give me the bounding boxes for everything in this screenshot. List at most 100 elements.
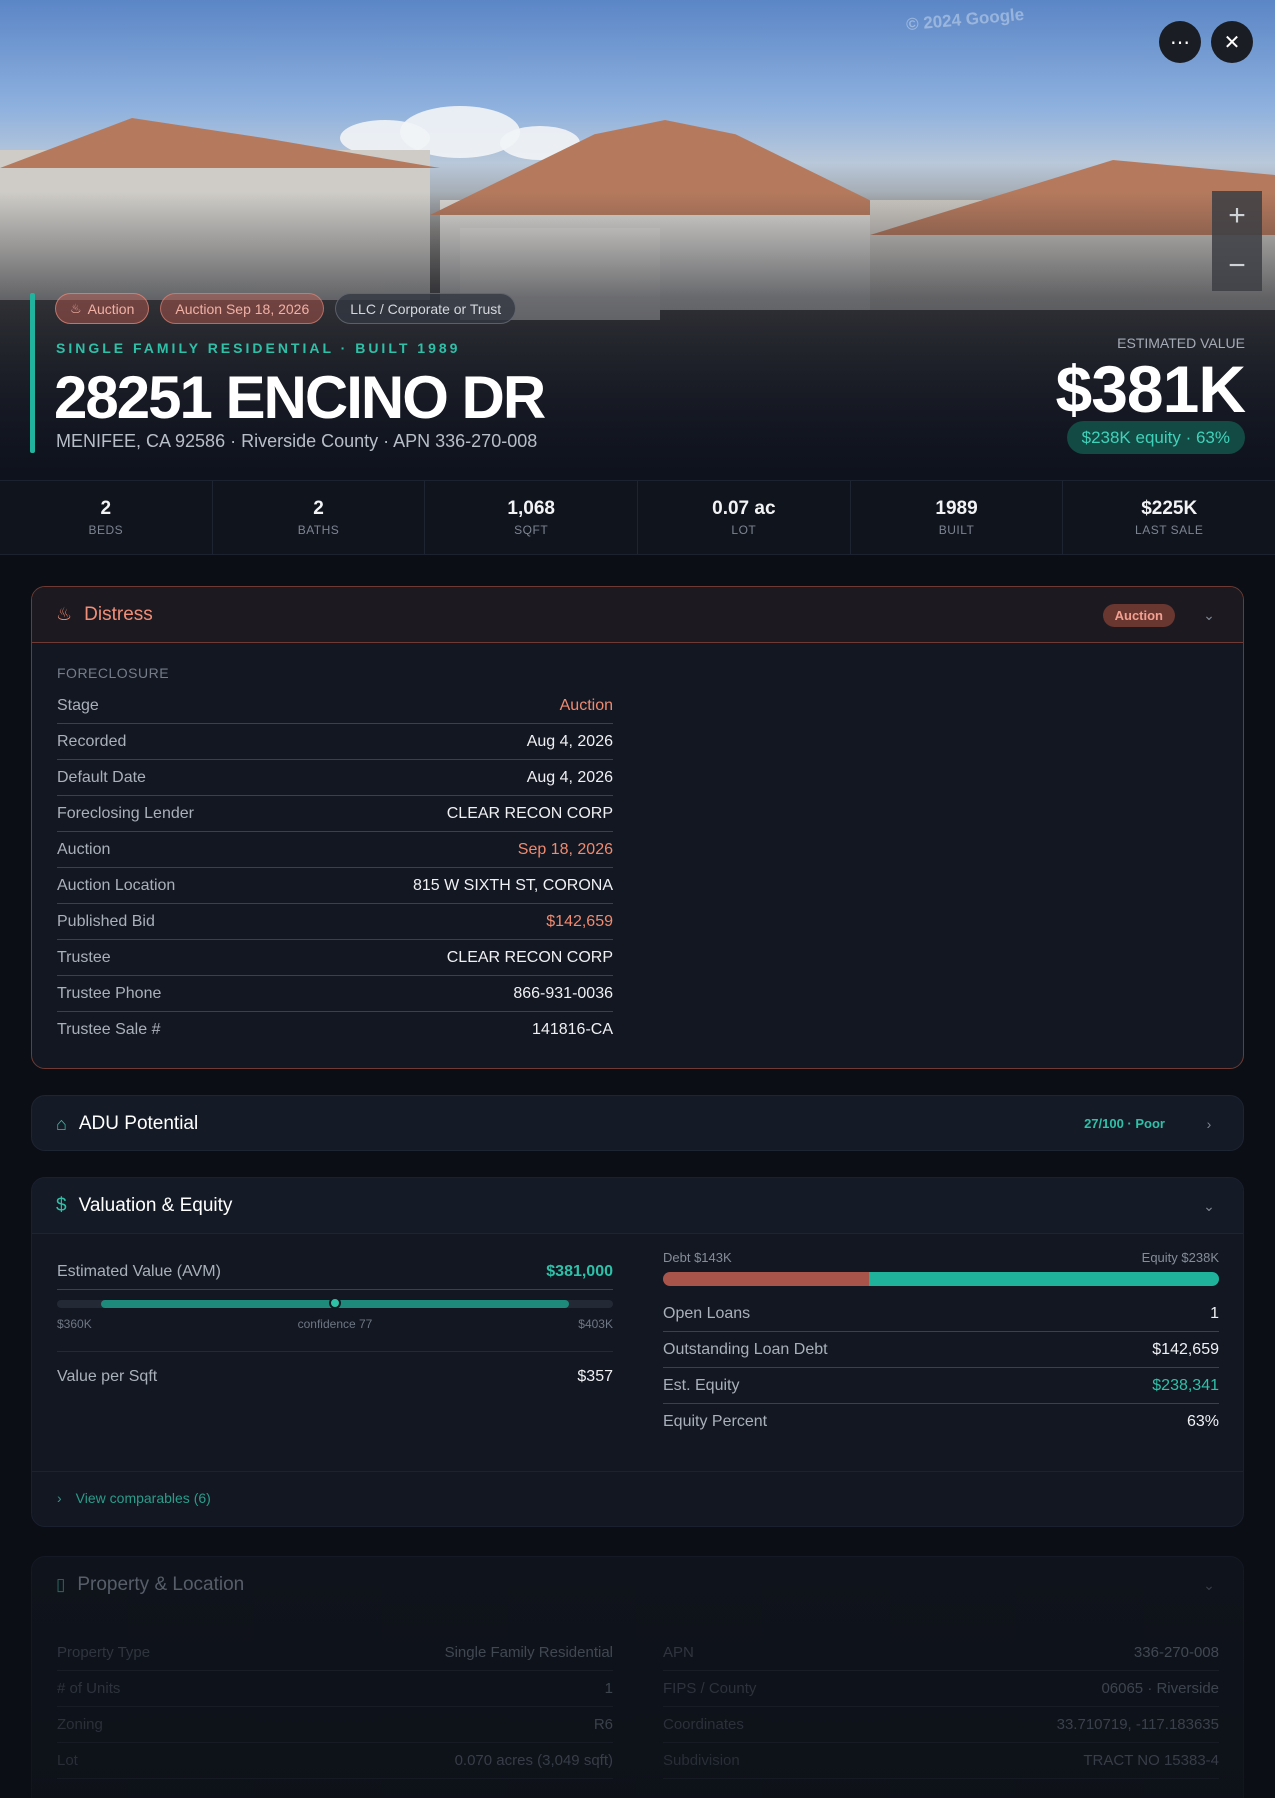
kv-row: Coordinates 33.710719, -117.183635 <box>663 1707 1219 1743</box>
chevron-right-icon[interactable]: › <box>1199 1114 1219 1134</box>
property-header[interactable]: ▯ Property & Location ⌄ <box>32 1557 1243 1613</box>
stat-label: BEDS <box>88 523 124 537</box>
kv-key: Auction <box>57 840 111 858</box>
kv-key: Estimated Value (AVM) <box>57 1262 221 1280</box>
building-icon: ▯ <box>56 1575 66 1594</box>
kv-value: 815 W SIXTH ST, CORONA <box>412 876 613 894</box>
kv-value: 33.710719, -117.183635 <box>1056 1716 1219 1733</box>
debt-label: Debt $143K <box>663 1250 732 1265</box>
adu-score: 27/100 · Poor <box>1084 1116 1165 1131</box>
zoom-out-button[interactable]: − <box>1212 241 1262 291</box>
stat-built: 1989 BUILT <box>851 481 1064 554</box>
chevron-down-icon[interactable]: ⌄ <box>1199 1196 1219 1216</box>
equity-segment <box>868 1272 1219 1286</box>
more-options-button[interactable]: ⋯ <box>1159 21 1201 63</box>
kv-row: Outstanding Loan Debt $142,659 <box>663 1332 1219 1368</box>
stat-label: SQFT <box>514 523 549 537</box>
valuation-card: $ Valuation & Equity ⌄ Estimated Value (… <box>31 1177 1244 1527</box>
estimated-value-label: ESTIMATED VALUE <box>1117 335 1245 351</box>
kv-value: CLEAR RECON CORP <box>446 804 613 822</box>
stat-label: BUILT <box>938 523 975 537</box>
chip-owner-type[interactable]: LLC / Corporate or Trust <box>335 293 517 324</box>
range-high: $403K <box>578 1317 613 1331</box>
kv-value: Aug 4, 2026 <box>526 732 613 750</box>
kv-value: Sep 18, 2026 <box>517 840 613 858</box>
equity-label: Equity $238K <box>1141 1250 1219 1265</box>
close-icon: ✕ <box>1223 31 1241 54</box>
kv-row: Auction Location 815 W SIXTH ST, CORONA <box>57 868 613 904</box>
chip-auction[interactable]: ♨ Auction <box>55 293 150 324</box>
stat-value: 1989 <box>935 498 978 519</box>
kv-row: Subdivision TRACT NO 15383-4 <box>663 1743 1219 1779</box>
kv-key: Trustee <box>57 948 111 966</box>
kv-value: Auction <box>559 696 613 714</box>
kv-value: R6 <box>593 1716 613 1733</box>
valuation-header[interactable]: $ Valuation & Equity ⌄ <box>32 1178 1243 1234</box>
equity-badge: $238K equity · 63% <box>1066 421 1245 454</box>
divider <box>32 1471 1243 1472</box>
stat-value: 2 <box>100 498 112 519</box>
kv-key: Value per Sqft <box>57 1367 158 1385</box>
stat-lot: 0.07 ac LOT <box>638 481 851 554</box>
kv-row: Recorded Aug 4, 2026 <box>57 724 613 760</box>
adu-header[interactable]: ⌂ ADU Potential 27/100 · Poor › <box>32 1096 1243 1150</box>
section-label: FORECLOSURE <box>57 665 170 681</box>
kv-row: Open Loans 1 <box>663 1296 1219 1332</box>
plus-icon: + <box>1228 199 1246 232</box>
kv-key: Coordinates <box>663 1716 744 1733</box>
kv-key: Subdivision <box>663 1752 740 1769</box>
accent-bar <box>30 293 35 453</box>
kv-row: Published Bid $142,659 <box>57 904 613 940</box>
kv-value: CLEAR RECON CORP <box>446 948 613 966</box>
kv-key: Recorded <box>57 732 127 750</box>
stat-value: 2 <box>313 498 324 519</box>
property-right-list: APN 336-270-008 FIPS / County 06065 · Rive… <box>663 1635 1219 1779</box>
kv-row: Trustee CLEAR RECON CORP <box>57 940 613 976</box>
kv-value: 63% <box>1186 1413 1219 1430</box>
kv-row: Zoning R6 <box>57 1707 613 1743</box>
kv-key: # of Units <box>57 1680 121 1697</box>
distress-header[interactable]: ♨ Distress Auction ⌄ <box>32 587 1243 643</box>
kv-row: # of Units 1 <box>57 1671 613 1707</box>
value-per-sqft-row: Value per Sqft $357 <box>57 1351 613 1389</box>
kv-value: $238,341 <box>1152 1376 1219 1394</box>
kv-value: Aug 4, 2026 <box>526 768 613 786</box>
adu-card[interactable]: ⌂ ADU Potential 27/100 · Poor › <box>31 1095 1244 1151</box>
debt-equity-bar <box>663 1272 1219 1286</box>
view-comparables-link[interactable]: › View comparables (6) <box>57 1490 211 1506</box>
kv-key: APN <box>663 1644 694 1661</box>
kv-key: FIPS / County <box>663 1680 757 1697</box>
chevron-down-icon[interactable]: ⌄ <box>1199 605 1219 625</box>
chip-label: Auction <box>87 300 135 317</box>
zoom-in-button[interactable]: + <box>1212 191 1262 241</box>
kv-key: Default Date <box>57 768 146 786</box>
minus-icon: − <box>1228 249 1246 282</box>
kv-value: 06065 · Riverside <box>1101 1680 1219 1697</box>
kv-key: Trustee Sale # <box>57 1021 161 1038</box>
kv-key: Est. Equity <box>663 1376 740 1394</box>
equity-panel: Debt $143K Equity $238K Open Loans 1 Outs… <box>663 1250 1219 1440</box>
dollar-icon: $ <box>56 1194 67 1216</box>
debt-segment <box>663 1272 869 1286</box>
kv-value: 141816-CA <box>532 1021 613 1038</box>
kv-row: Stage Auction <box>57 688 613 724</box>
chevron-down-icon[interactable]: ⌄ <box>1199 1575 1219 1595</box>
foreclosure-list: Stage Auction Recorded Aug 4, 2026 Default… <box>57 688 613 1048</box>
estimated-value: $381K <box>1055 352 1246 426</box>
chip-auction-date[interactable]: Auction Sep 18, 2026 <box>160 293 325 324</box>
property-title: Property & Location <box>77 1574 245 1595</box>
kv-value: 336-270-008 <box>1133 1644 1219 1661</box>
ellipsis-icon: ⋯ <box>1170 31 1190 54</box>
close-button[interactable]: ✕ <box>1211 21 1253 63</box>
property-address: 28251 ENCINO DR <box>54 364 546 431</box>
kv-row: Equity Percent 63% <box>663 1404 1219 1440</box>
kv-key: Published Bid <box>57 912 155 930</box>
kv-key: Outstanding Loan Debt <box>663 1340 828 1358</box>
distress-title: Distress <box>84 603 153 625</box>
kv-value: $381,000 <box>546 1262 613 1280</box>
valuation-title: Valuation & Equity <box>78 1194 233 1216</box>
debt-equity-labels: Debt $143K Equity $238K <box>663 1250 1219 1265</box>
adu-title: ADU Potential <box>78 1113 199 1134</box>
chip-label: Auction Sep 18, 2026 <box>175 300 310 317</box>
chevron-right-icon: › <box>57 1490 62 1506</box>
